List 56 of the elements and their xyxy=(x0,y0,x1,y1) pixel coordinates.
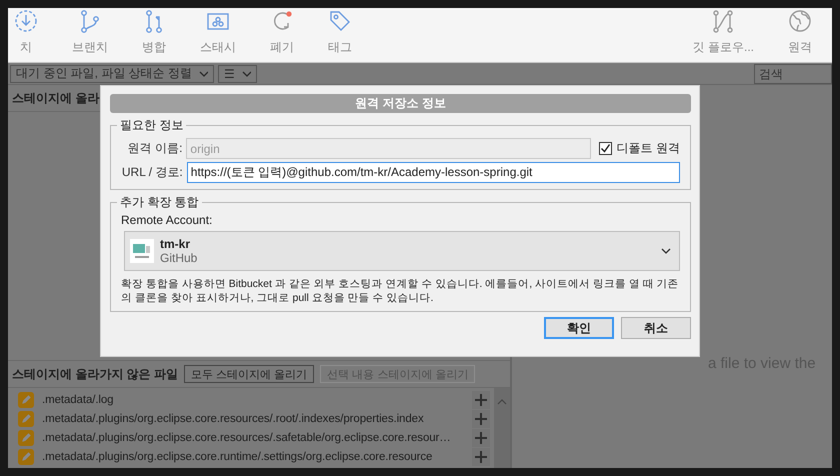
cancel-button[interactable]: 취소 xyxy=(621,317,691,339)
dialog-title: 원격 저장소 정보 xyxy=(110,94,691,113)
branch-icon xyxy=(78,9,102,33)
toolbar-button[interactable]: 태그 xyxy=(318,8,362,62)
file-path[interactable]: .metadata/.plugins/org.eclipse.core.runtime/.settings/org.eclipse.core.resource xyxy=(42,450,464,462)
stage-button[interactable]: 모두 스테이지에 올리기 xyxy=(184,365,314,383)
pencil-icon xyxy=(18,430,34,446)
toolbar-button[interactable]: 치 xyxy=(8,8,48,62)
chevron-down-icon xyxy=(661,246,671,256)
tag-icon xyxy=(328,9,352,33)
scrollbar[interactable] xyxy=(494,388,510,468)
panel-title: 스테이지에 올라가지 않은 파일 xyxy=(12,366,178,382)
file-path[interactable]: .metadata/.plugins/org.eclipse.core.resources/.root/.indexes/properties.index xyxy=(42,412,464,424)
plus-icon xyxy=(475,412,487,424)
add-button[interactable] xyxy=(472,448,490,466)
group-legend: 필요한 정보 xyxy=(117,117,186,134)
add-button[interactable] xyxy=(472,410,490,428)
field-label: Remote Account: xyxy=(121,213,214,227)
toolbar-button[interactable]: 브랜치 xyxy=(62,8,118,62)
field-label: 원격 이름: xyxy=(126,140,182,157)
panel-title: 스테이지에 올라 xyxy=(12,90,100,106)
group-legend: 추가 확장 통합 xyxy=(117,194,202,211)
chevron-up-icon xyxy=(497,398,507,406)
checkbox-label: 디폴트 원격 xyxy=(616,140,680,157)
toolbar-button[interactable]: 병합 xyxy=(132,8,176,62)
globe-icon xyxy=(788,9,812,33)
field-label: URL / 경로: xyxy=(120,164,183,181)
pencil-icon xyxy=(18,448,34,464)
search-field[interactable]: 검색 xyxy=(754,64,832,84)
download-icon xyxy=(14,9,38,33)
toolbar-button[interactable]: 깃 플로우... xyxy=(682,8,764,62)
account-dropdown[interactable]: tm-kr GitHub xyxy=(124,231,680,271)
description: 확장 통합을 사용하면 Bitbucket 과 같은 외부 호스팅과 연계할 수 있습니다. 에를들어, 사이트에서 링크를 열 때 기존의 클론을 찾아 표시하거나, 그대로 pull 요청을 만들 수 있습니다. xyxy=(121,277,680,305)
avatar-icon xyxy=(130,239,154,263)
url-field[interactable]: https://(토큰 입력)@github.com/tm-kr/Academy-lesson-spring.git xyxy=(186,162,680,183)
pencil-icon xyxy=(18,410,34,426)
plus-icon xyxy=(475,450,487,462)
ok-button[interactable]: 확인 xyxy=(544,317,614,339)
add-button[interactable] xyxy=(472,390,490,408)
toolbar-button[interactable]: 스태시 xyxy=(190,8,246,62)
chevron-down-icon xyxy=(198,68,208,78)
file-path[interactable]: .metadata/.log xyxy=(42,394,464,406)
toolbar-button[interactable]: 폐기 xyxy=(260,8,304,62)
view-dropdown[interactable]: ☰ xyxy=(218,64,258,82)
checkbox[interactable] xyxy=(598,142,612,155)
flow-icon xyxy=(711,9,736,33)
sort-dropdown[interactable]: 대기 중인 파일, 파일 상태순 정렬 xyxy=(10,64,214,82)
account-host: GitHub xyxy=(160,251,198,265)
plus-icon xyxy=(475,394,487,406)
file-path[interactable]: .metadata/.plugins/org.eclipse.core.resources/.safetable/org.eclipse.core.resour… xyxy=(42,432,464,444)
pencil-icon xyxy=(18,392,34,408)
toolbar-button[interactable]: 원격 xyxy=(778,8,822,62)
chevron-down-icon xyxy=(241,68,252,78)
add-button[interactable] xyxy=(472,428,490,446)
plus-icon xyxy=(475,432,487,444)
account-name: tm-kr xyxy=(160,237,192,251)
